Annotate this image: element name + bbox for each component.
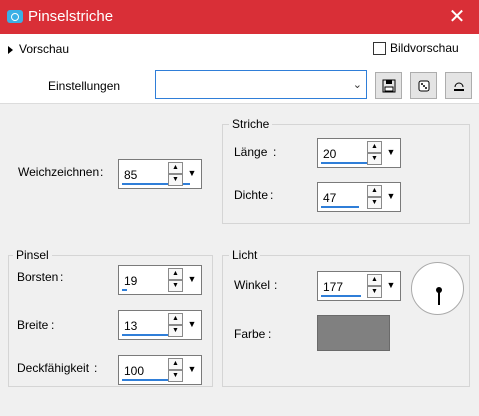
- soften-label: Weichzeichnen: [18, 165, 100, 179]
- preview-toggle[interactable]: Vorschau: [8, 42, 69, 56]
- dropdown-arrow-icon[interactable]: ▼: [184, 162, 200, 186]
- close-icon[interactable]: ✕: [443, 3, 471, 31]
- settings-dropdown[interactable]: ⌄: [155, 70, 367, 99]
- down-arrow-icon[interactable]: ▼: [367, 153, 382, 165]
- bristles-label: Borsten: [17, 270, 59, 284]
- up-arrow-icon[interactable]: ▲: [168, 162, 183, 174]
- reset-icon: [453, 82, 464, 91]
- up-arrow-icon[interactable]: ▲: [168, 358, 183, 370]
- camera-icon: [7, 10, 23, 23]
- divider: [0, 103, 479, 104]
- down-arrow-icon[interactable]: ▼: [367, 197, 382, 209]
- save-button[interactable]: [375, 72, 402, 99]
- length-value: 20: [323, 147, 337, 161]
- angle-dial[interactable]: [411, 262, 464, 315]
- image-preview-label: Bildvorschau: [390, 41, 459, 55]
- colon: :: [94, 361, 98, 375]
- colon: :: [100, 165, 104, 179]
- dropdown-arrow-icon[interactable]: ▼: [383, 185, 399, 209]
- dropdown-arrow-icon[interactable]: ▼: [383, 141, 399, 165]
- soften-input[interactable]: 85 ▲ ▼ ▼: [118, 159, 202, 189]
- colon: :: [274, 278, 278, 292]
- chevron-down-icon: ⌄: [352, 79, 362, 91]
- down-arrow-icon[interactable]: ▼: [367, 286, 382, 298]
- up-arrow-icon[interactable]: ▲: [367, 141, 382, 153]
- color-label: Farbe: [234, 327, 266, 341]
- width-level-bar: [122, 334, 174, 336]
- width-label: Breite: [17, 318, 49, 332]
- width-value: 13: [124, 319, 138, 333]
- image-preview-option[interactable]: Bildvorschau: [373, 41, 459, 56]
- angle-value: 177: [323, 280, 344, 294]
- light-title: Licht: [229, 248, 261, 262]
- density-input[interactable]: 47 ▲ ▼ ▼: [317, 182, 401, 212]
- preview-label: Vorschau: [19, 42, 70, 56]
- colon: :: [51, 318, 55, 332]
- dropdown-arrow-icon[interactable]: ▼: [383, 274, 399, 298]
- brush-title: Pinsel: [13, 248, 52, 262]
- angle-label: Winkel: [234, 278, 271, 292]
- density-level-bar: [321, 206, 359, 208]
- up-arrow-icon[interactable]: ▲: [367, 274, 382, 286]
- dropdown-arrow-icon[interactable]: ▼: [184, 313, 200, 337]
- length-label: Länge: [234, 145, 268, 159]
- dropdown-arrow-icon[interactable]: ▼: [184, 268, 200, 292]
- bristles-input[interactable]: 19 ▲ ▼ ▼: [118, 265, 202, 295]
- up-arrow-icon[interactable]: ▲: [367, 185, 382, 197]
- opacity-value: 100: [124, 364, 145, 378]
- up-arrow-icon[interactable]: ▲: [168, 268, 183, 280]
- opacity-label: Deckfähigkeit: [17, 361, 90, 375]
- settings-label: Einstellungen: [48, 79, 121, 93]
- image-preview-checkbox[interactable]: [373, 42, 386, 56]
- bristles-value: 19: [124, 274, 138, 288]
- angle-level-bar: [321, 295, 361, 297]
- dial-knob: [436, 287, 442, 293]
- colon: :: [268, 327, 272, 341]
- density-value: 47: [323, 191, 337, 205]
- length-level-bar: [321, 162, 373, 164]
- colon: :: [60, 270, 64, 284]
- window-title: Pinselstriche: [28, 8, 114, 25]
- reset-button[interactable]: [445, 72, 472, 99]
- soften-value: 85: [124, 168, 138, 182]
- down-arrow-icon[interactable]: ▼: [168, 174, 183, 186]
- bristles-level-bar: [122, 289, 127, 291]
- dice-icon: [418, 80, 429, 92]
- colon: :: [270, 188, 274, 202]
- save-icon: [382, 79, 395, 93]
- length-input[interactable]: 20 ▲ ▼ ▼: [317, 138, 401, 168]
- down-arrow-icon[interactable]: ▼: [168, 370, 183, 382]
- light-color-swatch[interactable]: [317, 315, 390, 351]
- strokes-title: Striche: [229, 117, 273, 131]
- up-arrow-icon[interactable]: ▲: [168, 313, 183, 325]
- opacity-input[interactable]: 100 ▲ ▼ ▼: [118, 355, 202, 385]
- dropdown-arrow-icon[interactable]: ▼: [184, 358, 200, 382]
- down-arrow-icon[interactable]: ▼: [168, 325, 183, 337]
- randomize-button[interactable]: [410, 72, 437, 99]
- opacity-level-bar: [122, 379, 174, 381]
- density-label: Dichte: [234, 188, 269, 202]
- title-bar: Pinselstriche ✕: [0, 0, 479, 34]
- width-input[interactable]: 13 ▲ ▼ ▼: [118, 310, 202, 340]
- angle-input[interactable]: 177 ▲ ▼ ▼: [317, 271, 401, 301]
- down-arrow-icon[interactable]: ▼: [168, 280, 183, 292]
- chevron-right-icon: [8, 45, 13, 54]
- colon: :: [273, 145, 277, 159]
